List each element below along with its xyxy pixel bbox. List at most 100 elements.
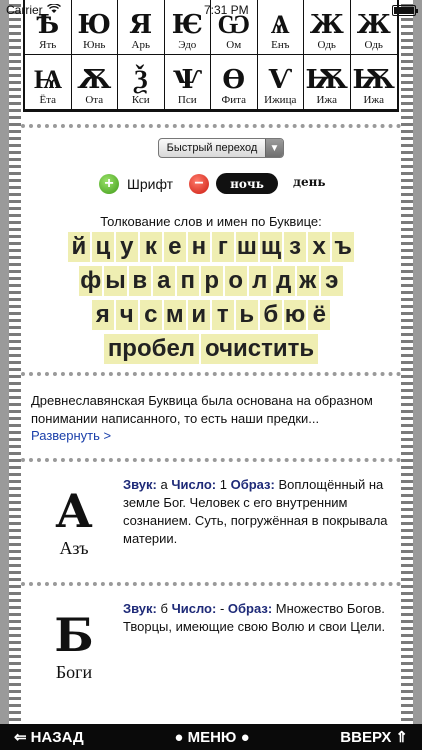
keyboard-key[interactable]: н (187, 232, 210, 262)
content-scroll[interactable]: Ѣ Ять Ю Юнь Я Арь Ѥ Эдо Ѡ Ом Ѧ Енъ Ж Одь Ж Одь Ѩ… (0, 0, 422, 724)
letter-name: Ёта (39, 94, 57, 106)
perforated-edge-left (9, 0, 21, 724)
keyboard-key[interactable]: в (128, 266, 151, 296)
number-label: Число: (171, 477, 217, 492)
letter-name: Ижа (363, 94, 384, 106)
keyboard-key[interactable]: ё (308, 300, 331, 330)
font-controls: + Шрифт − ночь день (21, 172, 401, 196)
keyboard-key[interactable]: г (211, 232, 234, 262)
alphabet-cell[interactable]: Ѳ Фита (211, 55, 258, 110)
alphabet-cell[interactable]: Ѱ Пси (164, 55, 211, 110)
letter-name: Юнь (83, 39, 106, 51)
alphabet-cell[interactable]: Ѫ Ота (71, 55, 118, 110)
keyboard-key[interactable]: с (139, 300, 162, 330)
status-left: Carrier (6, 3, 61, 17)
interpretation-label: Толкование слов и имен по Буквице: (100, 214, 322, 229)
quick-jump-dropdown[interactable]: Быстрый переход ▼ (158, 138, 284, 158)
night-mode-button[interactable]: ночь (216, 173, 278, 194)
keyboard-key[interactable]: ф (79, 266, 103, 296)
letter-glyph: Ѯ (133, 65, 148, 95)
letter-card-bogi[interactable]: Б Боги Звук: б Число: - Образ: Множество… (21, 582, 401, 706)
cyrillic-keyboard: йцукенгшщзхъ фывапролджэ ячсмитьбюё проб… (21, 232, 401, 368)
menu-button[interactable]: ● МЕНЮ ● (174, 729, 249, 746)
letter-glyph: Б (54, 608, 94, 662)
keyboard-key[interactable]: ж (296, 266, 319, 296)
keyboard-key[interactable]: т (211, 300, 234, 330)
letter-name: Одь (364, 39, 383, 51)
keyboard-key[interactable]: щ (259, 232, 283, 262)
letter-name: Боги (55, 662, 93, 682)
number-value: 1 (219, 477, 227, 492)
keyboard-key[interactable]: д (272, 266, 295, 296)
keyboard-row: пробел очистить (21, 334, 401, 364)
keyboard-key[interactable]: ы (104, 266, 127, 296)
carrier-label: Carrier (6, 3, 43, 17)
font-decrease-button[interactable]: − (189, 174, 209, 194)
keyboard-row: фывапролджэ (21, 266, 401, 296)
keyboard-key[interactable]: е (163, 232, 186, 262)
quick-jump-label: Быстрый переход (166, 142, 258, 154)
keyboard-row: ячсмитьбюё (21, 300, 401, 330)
keyboard-key[interactable]: ь (235, 300, 258, 330)
letter-name: Ижа (316, 94, 337, 106)
space-key[interactable]: пробел (103, 334, 200, 364)
sound-label: Звук: (123, 477, 157, 492)
keyboard-key[interactable]: к (139, 232, 162, 262)
back-button[interactable]: ⇐ НАЗАД (14, 728, 84, 747)
controls-card: Быстрый переход ▼ + Шрифт − ночь день То… (21, 124, 401, 372)
keyboard-key[interactable]: а (152, 266, 175, 296)
chevron-down-icon: ▼ (265, 139, 283, 157)
keyboard-key[interactable]: б (259, 300, 282, 330)
arrow-left-icon: ⇐ (14, 729, 27, 746)
keyboard-key[interactable]: з (284, 232, 307, 262)
sound-value: б (160, 601, 168, 616)
keyboard-key[interactable]: й (67, 232, 90, 262)
arrow-up-icon: ⇑ (395, 729, 408, 746)
font-increase-button[interactable]: + (99, 174, 119, 194)
keyboard-key[interactable]: э (320, 266, 343, 296)
up-label: ВВЕРХ (340, 728, 392, 746)
alphabet-cell[interactable]: Ѵ Ижица (257, 55, 304, 110)
letter-name: Ота (85, 94, 104, 106)
letter-name: Пси (177, 94, 197, 106)
menu-label: ● МЕНЮ ● (174, 728, 250, 746)
minus-icon: − (194, 175, 204, 192)
up-button[interactable]: ВВЕРХ ⇑ (340, 728, 408, 747)
letter-name: Енъ (271, 39, 290, 51)
letter-glyph: Ѫ (77, 65, 112, 95)
keyboard-key[interactable]: л (248, 266, 271, 296)
letter-name: Ом (226, 39, 242, 51)
keyboard-key[interactable]: я (91, 300, 114, 330)
keyboard-key[interactable]: ш (235, 232, 258, 262)
clear-key[interactable]: очистить (201, 334, 319, 364)
image-label: Образ: (230, 477, 275, 492)
alphabet-cell[interactable]: Ѩ Ёта (25, 55, 72, 110)
alphabet-cell[interactable]: Ѭ Ижа (304, 55, 351, 110)
letter-card-az[interactable]: А Азъ Звук: а Число: 1 Образ: Воплощённы… (21, 458, 401, 582)
alphabet-cell[interactable]: Ѭ Ижа (350, 55, 397, 110)
letter-name: Одь (317, 39, 336, 51)
keyboard-key[interactable]: х (308, 232, 331, 262)
keyboard-key[interactable]: у (115, 232, 138, 262)
letter-description: Звук: а Число: 1 Образ: Воплощённый на з… (123, 476, 401, 548)
letter-name: Ижица (264, 94, 297, 106)
keyboard-row: йцукенгшщзхъ (21, 232, 401, 262)
keyboard-key[interactable]: о (224, 266, 247, 296)
keyboard-key[interactable]: ц (91, 232, 114, 262)
keyboard-key[interactable]: ю (283, 300, 307, 330)
alphabet-cell[interactable]: Ѯ Кси (118, 55, 165, 110)
day-mode-button[interactable]: день (293, 175, 326, 189)
keyboard-key[interactable]: р (200, 266, 223, 296)
letter-name: Азъ (59, 538, 89, 558)
expand-link[interactable]: Развернуть > (31, 428, 111, 443)
keyboard-key[interactable]: и (187, 300, 210, 330)
letter-art: Б Боги (39, 610, 109, 700)
wifi-icon (46, 3, 61, 17)
letter-name: Эдо (178, 39, 197, 51)
keyboard-key[interactable]: ч (115, 300, 138, 330)
perforated-edge-right (401, 0, 413, 724)
font-label: Шрифт (127, 176, 174, 192)
keyboard-key[interactable]: м (163, 300, 186, 330)
keyboard-key[interactable]: ъ (332, 232, 355, 262)
keyboard-key[interactable]: п (176, 266, 199, 296)
